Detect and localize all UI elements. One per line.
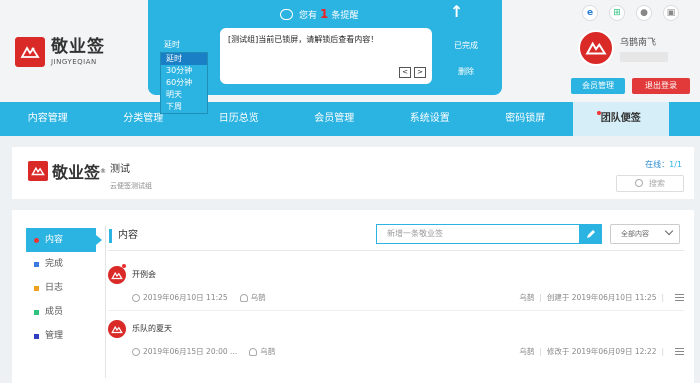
done-button[interactable]: 已完成 xyxy=(454,40,478,51)
clock-icon xyxy=(132,293,140,302)
app-name-en: JINGYEQIAN xyxy=(51,57,97,66)
logout-button[interactable]: 退出登录 xyxy=(632,78,690,94)
note-title: 开例会 xyxy=(132,270,156,279)
online-count: 在线：1/1 xyxy=(645,160,682,169)
main-nav: 内容管理 分类管理 日历总览 会员管理 系统设置 密码锁屏 团队便签 xyxy=(0,102,700,136)
delay-option[interactable]: 下周 xyxy=(161,101,207,113)
group-desc: 云便签测试组 xyxy=(110,182,152,190)
nav-team-notes[interactable]: 团队便签 xyxy=(573,102,669,136)
avatar xyxy=(108,320,126,338)
android-icon[interactable]: ▣ xyxy=(663,5,679,21)
list-item[interactable]: 开例会 2019年06月10日 11:25 乌鹊 乌鹊 | 创建于 2019年0… xyxy=(108,262,684,312)
avatar xyxy=(108,266,126,284)
avatar[interactable] xyxy=(578,30,614,66)
search-icon xyxy=(635,179,643,187)
delay-option[interactable]: 延时 xyxy=(161,53,207,65)
divider xyxy=(105,226,106,378)
more-menu-icon[interactable] xyxy=(675,294,684,301)
apple-icon[interactable]: ● xyxy=(636,5,652,21)
user-name: 乌鹊南飞 xyxy=(620,38,657,48)
notification-dot xyxy=(597,111,601,115)
sidebar-item-done[interactable]: 完成 xyxy=(26,252,96,276)
note-info: 乌鹊 | 修改于 2019年06月09日 12:22 | xyxy=(519,346,684,357)
person-icon xyxy=(239,293,248,302)
collapse-up-icon[interactable]: ↑ xyxy=(450,4,463,20)
reminder-message-box: [测试组]当前已锁屏，请解锁后查看内容！ < > xyxy=(220,28,432,84)
group-header: 敬业签 ® 测试 云便签测试组 在线：1/1 搜索 xyxy=(12,147,694,199)
list-item[interactable]: 乐队的夏天 2019年06月15日 20:00 ... 乌鹊 乌鹊 | 修改于 … xyxy=(108,316,684,366)
divider xyxy=(108,310,684,311)
clock-icon xyxy=(132,347,140,356)
note-info: 乌鹊 | 创建于 2019年06月10日 11:25 | xyxy=(519,292,684,303)
content-panel: 内容 完成 日志 成员 管理 内容 新增一条敬业签 全部内容 开例会 2019年… xyxy=(12,210,694,383)
reminder-title: 您有 1 条提醒 xyxy=(280,7,358,21)
message-icon xyxy=(280,8,293,20)
header: 敬业签 JINGYEQIAN 您有 1 条提醒 ↑ 延时 [测试组]当前已锁屏，… xyxy=(0,0,700,114)
group-search-input[interactable]: 搜索 xyxy=(616,175,684,192)
person-icon xyxy=(249,347,258,356)
new-note-button[interactable] xyxy=(580,224,602,244)
sidebar-item-content[interactable]: 内容 xyxy=(26,228,102,252)
sidebar-item-log[interactable]: 日志 xyxy=(26,276,96,300)
ie-icon[interactable]: e xyxy=(582,5,598,21)
prev-button[interactable]: < xyxy=(399,67,411,78)
nav-content[interactable]: 内容管理 xyxy=(0,102,96,136)
nav-settings[interactable]: 系统设置 xyxy=(382,102,478,136)
app-name: 敬业签 xyxy=(51,36,105,57)
note-meta: 2019年06月10日 11:25 乌鹊 xyxy=(132,292,266,303)
chevron-down-icon xyxy=(664,226,674,236)
sidebar-item-manage[interactable]: 管理 xyxy=(26,324,96,348)
delay-option[interactable]: 明天 xyxy=(161,89,207,101)
platform-icons: e ⊞ ● ▣ xyxy=(582,5,679,21)
delay-option[interactable]: 60分钟 xyxy=(161,77,207,89)
delete-button[interactable]: 删除 xyxy=(458,66,474,77)
nav-members[interactable]: 会员管理 xyxy=(287,102,383,136)
delay-dropdown: 延时 30分钟 60分钟 明天 下周 xyxy=(160,52,208,114)
windows-icon[interactable]: ⊞ xyxy=(609,5,625,21)
group-name: 测试 xyxy=(110,164,130,175)
member-manage-button[interactable]: 会员管理 xyxy=(571,78,625,94)
delay-select[interactable]: 延时 xyxy=(164,39,180,50)
delay-option[interactable]: 30分钟 xyxy=(161,65,207,77)
user-subtext-blur xyxy=(620,52,668,62)
group-logo: 敬业签 ® xyxy=(28,159,106,183)
divider xyxy=(108,250,684,251)
sidebar-item-members[interactable]: 成员 xyxy=(26,300,96,324)
new-note-input[interactable]: 新增一条敬业签 xyxy=(376,224,580,244)
content-filter-select[interactable]: 全部内容 xyxy=(610,224,680,244)
logo-icon xyxy=(28,161,48,181)
edit-icon xyxy=(587,230,595,238)
note-meta: 2019年06月15日 20:00 ... 乌鹊 xyxy=(132,346,275,357)
unread-dot xyxy=(122,264,126,268)
content-title: 内容 xyxy=(109,229,138,243)
next-button[interactable]: > xyxy=(414,67,426,78)
reminder-count: 1 xyxy=(320,7,329,21)
nav-lockscreen[interactable]: 密码锁屏 xyxy=(478,102,574,136)
app-logo[interactable]: 敬业签 JINGYEQIAN xyxy=(15,37,105,67)
note-title: 乐队的夏天 xyxy=(132,324,172,333)
logo-icon xyxy=(15,37,45,67)
more-menu-icon[interactable] xyxy=(675,348,684,355)
sidebar: 内容 完成 日志 成员 管理 xyxy=(26,228,102,348)
reminder-message: [测试组]当前已锁屏，请解锁后查看内容！ xyxy=(228,35,379,44)
